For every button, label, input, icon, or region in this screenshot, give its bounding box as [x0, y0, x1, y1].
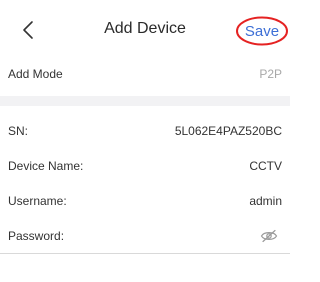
device-name-row[interactable]: Device Name: CCTV [0, 147, 290, 185]
chevron-left-icon [23, 21, 33, 39]
add-mode-row[interactable]: Add Mode P2P [0, 55, 290, 93]
highlight-circle [236, 16, 288, 46]
password-label: Password: [8, 229, 65, 243]
username-field[interactable]: admin [249, 194, 282, 208]
password-row[interactable]: Password: [0, 217, 290, 255]
eye-hidden-icon[interactable] [258, 225, 280, 247]
sn-value: 5L062E4PAZ520BC [174, 124, 282, 138]
sn-label: SN: [8, 124, 29, 138]
add-mode-label: Add Mode [8, 67, 63, 81]
device-name-field[interactable]: CCTV [249, 159, 282, 173]
username-row[interactable]: Username: admin [0, 182, 290, 220]
username-label: Username: [8, 194, 67, 208]
save-button[interactable]: Save [236, 16, 288, 46]
section-divider [0, 96, 290, 106]
bottom-divider [0, 253, 290, 254]
header: Add Device Save [0, 0, 290, 60]
device-name-label: Device Name: [8, 159, 84, 173]
back-button[interactable] [14, 12, 42, 48]
add-mode-value: P2P [259, 67, 282, 81]
sn-row[interactable]: SN: 5L062E4PAZ520BC [0, 112, 290, 150]
